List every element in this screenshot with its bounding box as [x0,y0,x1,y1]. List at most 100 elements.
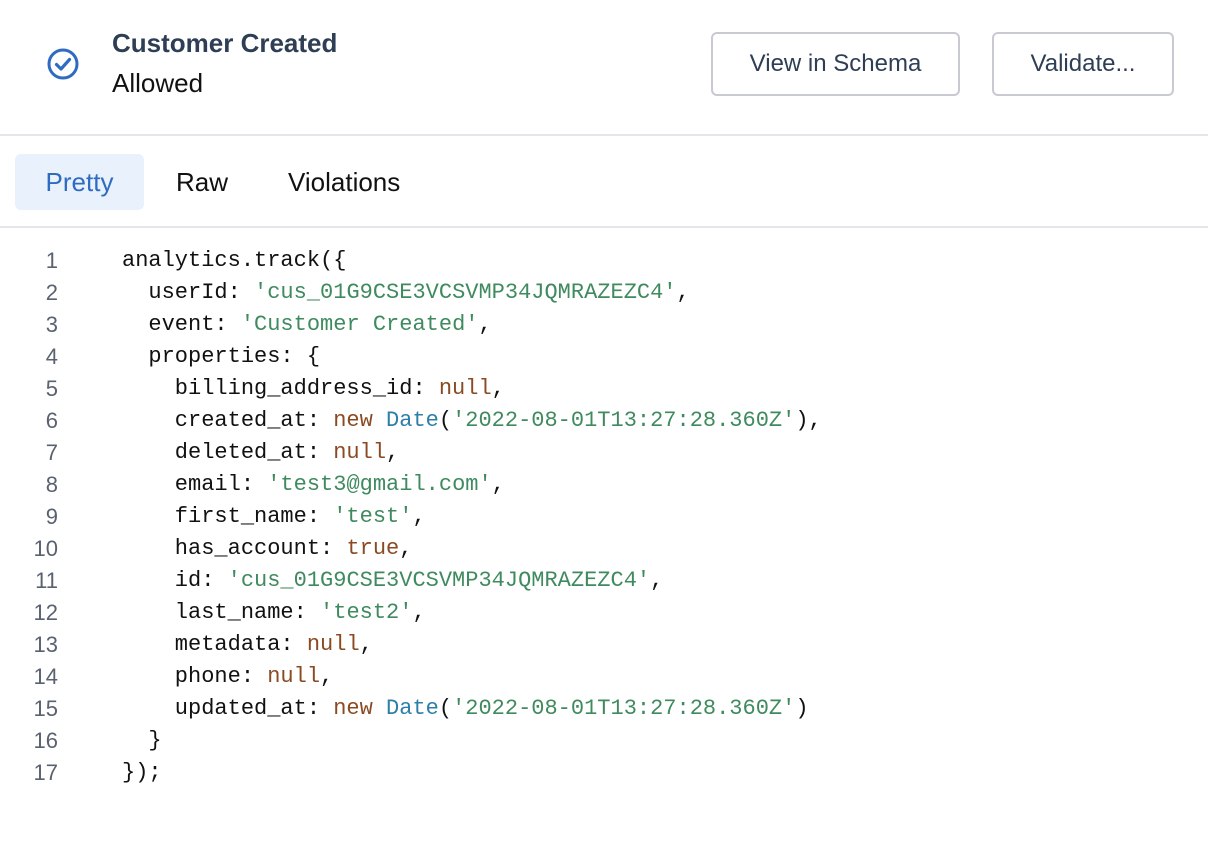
code-token: userId: [122,280,255,305]
code-token: billing_address_id: [122,376,439,401]
line-number: 14 [33,664,58,689]
code-token: 'Customer Created' [240,312,479,337]
line-number: 2 [45,280,58,305]
view-in-schema-button[interactable]: View in Schema [711,32,960,96]
tab-violations[interactable]: Violations [288,154,400,210]
code-line: 5 billing_address_id: null, [0,373,1208,405]
line-number: 7 [45,440,58,465]
code-token: metadata: [122,632,307,657]
line-number: 12 [33,600,58,625]
code-token: updated_at: [122,696,334,721]
code-token: Date [386,696,439,721]
code-token: ( [438,408,453,433]
event-title: Customer Created [112,28,338,58]
code-line: 16 } [0,725,1208,757]
code-token: null [333,440,387,465]
code-token: , [491,472,505,497]
line-number: 5 [45,376,58,401]
line-number: 10 [33,536,58,561]
code-line: 1 analytics.track({ [0,245,1208,277]
code-line: 15 updated_at: new Date('2022-08-01T13:2… [0,693,1208,725]
code-token: deleted_at: [122,440,334,465]
code-token: , [412,600,426,625]
line-number: 11 [35,568,58,593]
code-token: null [267,664,321,689]
code-text: metadata: null, [122,629,373,661]
code-text: phone: null, [122,661,333,693]
code-line: 11 id: 'cus_01G9CSE3VCSVMP34JQMRAZEZC4', [0,565,1208,597]
line-number: 1 [45,248,58,273]
line-number: 13 [33,632,58,657]
code-line: 13 metadata: null, [0,629,1208,661]
tab-raw[interactable]: Raw [176,154,228,210]
code-line: 8 email: 'test3@gmail.com', [0,469,1208,501]
line-number: 17 [33,760,58,785]
code-token: has_account: [122,536,347,561]
code-token: , [491,376,505,401]
code-token: } [122,728,162,753]
check-circle-icon [47,48,79,80]
code-text: userId: 'cus_01G9CSE3VCSVMP34JQMRAZEZC4'… [122,277,690,309]
event-header: Customer Created Allowed View in Schema … [0,0,1208,136]
code-token: null [438,376,492,401]
code-line: 6 created_at: new Date('2022-08-01T13:27… [0,405,1208,437]
tab-pretty[interactable]: Pretty [15,154,144,210]
code-viewer: 1 analytics.track({ 2 userId: 'cus_01G9CSE… [0,245,1208,789]
code-token: , [412,504,426,529]
code-line: 3 event: 'Customer Created', [0,309,1208,341]
code-token: last_name: [122,600,321,625]
code-token: , [399,536,413,561]
code-token: , [359,632,373,657]
code-token: email: [122,472,268,497]
line-number: 9 [45,504,58,529]
code-text: has_account: true, [122,533,413,565]
code-token: ( [438,696,453,721]
code-token: ), [795,408,822,433]
code-token: }); [122,760,162,785]
code-text: email: 'test3@gmail.com', [122,469,505,501]
code-line: 17}); [0,757,1208,789]
code-token: event: [122,312,241,337]
code-token: 'cus_01G9CSE3VCSVMP34JQMRAZEZC4' [227,568,651,593]
code-text: created_at: new Date('2022-08-01T13:27:2… [122,405,822,437]
code-token: 'test2' [320,600,413,625]
code-token: 'cus_01G9CSE3VCSVMP34JQMRAZEZC4' [254,280,677,305]
code-text: last_name: 'test2', [122,597,426,629]
line-number: 16 [33,728,58,753]
validate-button[interactable]: Validate... [992,32,1174,96]
code-token: , [478,312,492,337]
code-line: 14 phone: null, [0,661,1208,693]
code-token: 'test' [333,504,413,529]
code-text: } [122,725,162,757]
code-token: '2022-08-01T13:27:28.360Z' [452,696,796,721]
code-line: 9 first_name: 'test', [0,501,1208,533]
code-token: ) [795,696,809,721]
code-token: , [676,280,690,305]
line-number: 6 [45,408,58,433]
code-text: event: 'Customer Created', [122,309,492,341]
code-text: deleted_at: null, [122,437,399,469]
code-token: id: [122,568,228,593]
code-text: }); [122,757,162,789]
code-token: , [650,568,664,593]
tab-bar: Pretty Raw Violations [0,136,1208,228]
line-number: 8 [45,472,58,497]
code-token: null [306,632,360,657]
code-token: first_name: [122,504,334,529]
event-status: Allowed [112,68,204,98]
code-token: , [320,664,334,689]
code-line: 10 has_account: true, [0,533,1208,565]
code-token: new [333,408,373,433]
code-token: analytics.track({ [122,248,347,273]
code-text: billing_address_id: null, [122,373,505,405]
code-text: updated_at: new Date('2022-08-01T13:27:2… [122,693,809,725]
code-text: properties: { [122,341,320,373]
code-token: , [386,440,400,465]
code-token: 'test3@gmail.com' [267,472,492,497]
code-text: analytics.track({ [122,245,346,277]
line-number: 15 [33,696,58,721]
code-line: 12 last_name: 'test2', [0,597,1208,629]
code-line: 7 deleted_at: null, [0,437,1208,469]
